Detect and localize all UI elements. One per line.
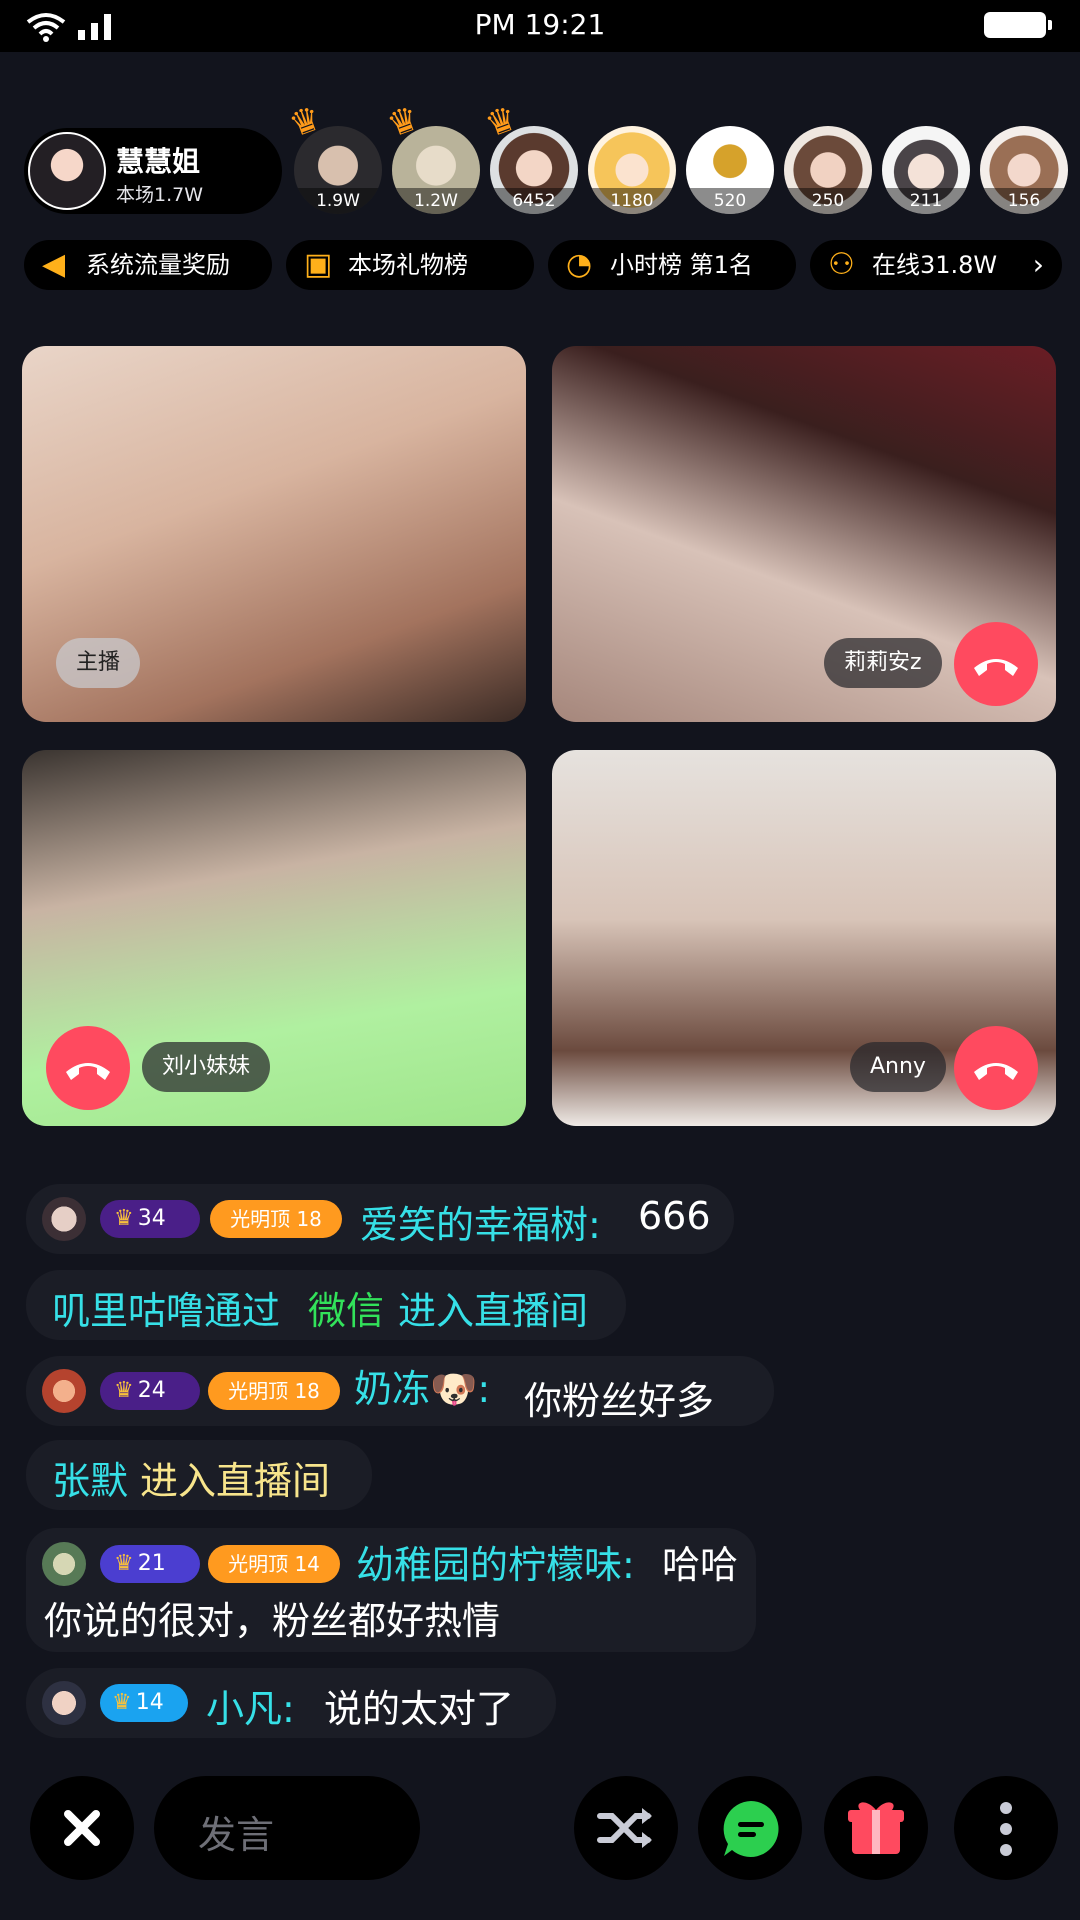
more-button[interactable] <box>954 1776 1058 1880</box>
level-badge: ♛ 24 <box>100 1372 200 1410</box>
viewer-avatar-4[interactable]: 1180 <box>588 126 676 214</box>
battery-icon <box>984 12 1052 38</box>
gift-ranking-pill[interactable]: ▣ 本场礼物榜 <box>286 240 534 290</box>
viewer-count: 6452 <box>490 188 578 214</box>
status-bar: PM 19:21 <box>0 0 1080 52</box>
hang-up-button[interactable] <box>954 622 1038 706</box>
level-badge: ♛ 21 <box>100 1545 200 1583</box>
chat-message: ♛ 14 小凡: 说的太对了 <box>26 1668 556 1738</box>
chat-via: 微信 <box>308 1289 385 1333</box>
gift-button[interactable] <box>824 1776 928 1880</box>
host-avatar[interactable] <box>28 132 106 210</box>
video-tile-guest-1[interactable]: 莉莉安z <box>552 346 1056 722</box>
chevron-right-icon[interactable]: › <box>1033 240 1044 290</box>
status-time: PM 19:21 <box>474 8 606 41</box>
video-tile-guest-3[interactable]: Anny <box>552 750 1056 1126</box>
chat-text: 666 <box>638 1194 711 1238</box>
hang-up-button[interactable] <box>954 1026 1038 1110</box>
hang-up-button[interactable] <box>46 1026 130 1110</box>
chat-username[interactable]: 小凡: <box>206 1678 295 1733</box>
hour-rank-pill[interactable]: ◔ 小时榜 第1名 <box>548 240 796 290</box>
viewer-avatar-3[interactable]: 6452 <box>490 126 578 214</box>
fan-badge: 光明顶 18 <box>210 1200 342 1238</box>
video-tile-guest-2[interactable]: 刘小妹妹 <box>22 750 526 1126</box>
tile-label: Anny <box>850 1042 946 1092</box>
chat-username[interactable]: 叽里咕噜通过 <box>52 1280 280 1335</box>
crown-icon: ♛ <box>112 1690 132 1715</box>
chat-username[interactable]: 张默 <box>52 1450 128 1505</box>
host-name: 慧慧姐 <box>116 145 201 178</box>
fan-badge: 光明顶 14 <box>208 1545 340 1583</box>
viewer-count: 250 <box>784 188 872 214</box>
phone-hangup-icon <box>974 659 1018 676</box>
viewer-count: 1.9W <box>294 188 382 214</box>
chat-entry-notice: 叽里咕噜通过 微信 进入直播间 <box>26 1270 626 1340</box>
tile-label: 刘小妹妹 <box>142 1042 271 1092</box>
comment-input[interactable]: 发言 <box>154 1776 420 1880</box>
chat-action: 进入直播间 <box>140 1459 331 1503</box>
chat-username[interactable]: 幼稚园的柠檬味: <box>356 1534 635 1589</box>
chat-avatar[interactable] <box>42 1369 86 1413</box>
shuffle-button[interactable] <box>574 1776 678 1880</box>
users-icon: ⚇ <box>828 247 855 282</box>
close-button[interactable] <box>30 1776 134 1880</box>
viewer-avatar-1[interactable]: 1.9W <box>294 126 382 214</box>
viewer-avatar-6[interactable]: 250 <box>784 126 872 214</box>
phone-hangup-icon <box>66 1063 110 1080</box>
viewer-count: 520 <box>686 188 774 214</box>
crown-icon: ♛ <box>114 1206 134 1231</box>
viewer-avatar-8[interactable]: 156 <box>980 126 1068 214</box>
traffic-reward-pill[interactable]: ◀ 系统流量奖励 <box>24 240 272 290</box>
host-subtitle: 本场1.7W <box>116 184 204 206</box>
more-icon <box>1000 1802 1012 1856</box>
close-icon <box>64 1810 100 1846</box>
viewer-count: 1.2W <box>392 188 480 214</box>
chat-message: ♛ 21 光明顶 14 幼稚园的柠檬味: 哈哈 你说的很对，粉丝都好热情 <box>26 1528 756 1652</box>
tile-label: 主播 <box>56 638 141 688</box>
chat-text-continued: 你说的很对，粉丝都好热情 <box>44 1599 501 1643</box>
chat-username[interactable]: 爱笑的幸福树: <box>360 1194 601 1249</box>
fan-badge: 光明顶 18 <box>208 1372 340 1410</box>
clock-icon: ◔ <box>566 247 593 282</box>
viewer-avatar-2[interactable]: 1.2W <box>392 126 480 214</box>
online-count-pill[interactable]: ⚇ 在线31.8W › <box>810 240 1062 290</box>
crown-icon: ♛ <box>114 1378 134 1403</box>
chat-text: 哈哈 <box>662 1543 739 1587</box>
viewer-count: 1180 <box>588 188 676 214</box>
chat-text: 你粉丝好多 <box>524 1379 715 1423</box>
viewer-avatar-7[interactable]: 211 <box>882 126 970 214</box>
chat-button[interactable] <box>698 1776 802 1880</box>
video-tile-host[interactable]: 主播 <box>22 346 526 722</box>
speaker-icon: ◀ <box>42 247 66 282</box>
chat-message: ♛ 24 光明顶 18 奶冻🐶: 你粉丝好多 <box>26 1356 774 1426</box>
crown-icon: ♛ <box>114 1551 134 1576</box>
viewer-avatar-5[interactable]: 520 <box>686 126 774 214</box>
level-badge: ♛ 14 <box>100 1684 188 1722</box>
level-badge: ♛ 34 <box>100 1200 200 1238</box>
chat-action: 进入直播间 <box>398 1289 589 1333</box>
host-card[interactable]: 慧慧姐 本场1.7W <box>24 128 282 214</box>
chat-avatar[interactable] <box>42 1542 86 1586</box>
chat-text: 说的太对了 <box>324 1687 515 1731</box>
gift-icon <box>848 1802 904 1854</box>
chat-avatar[interactable] <box>42 1197 86 1241</box>
shuffle-icon <box>597 1808 652 1848</box>
comment-placeholder: 发言 <box>198 1813 275 1857</box>
chat-message: ♛ 34 光明顶 18 爱笑的幸福树: 666 <box>26 1184 734 1254</box>
phone-hangup-icon <box>974 1063 1018 1080</box>
chat-bubble-icon <box>723 1801 779 1857</box>
tile-label: 莉莉安z <box>824 638 942 688</box>
viewer-count: 211 <box>882 188 970 214</box>
chat-avatar[interactable] <box>42 1681 86 1725</box>
chat-username[interactable]: 奶冻🐶: <box>354 1358 490 1413</box>
viewer-count: 156 <box>980 188 1068 214</box>
gift-icon: ▣ <box>304 247 333 282</box>
chat-entry-notice: 张默 进入直播间 <box>26 1440 372 1510</box>
